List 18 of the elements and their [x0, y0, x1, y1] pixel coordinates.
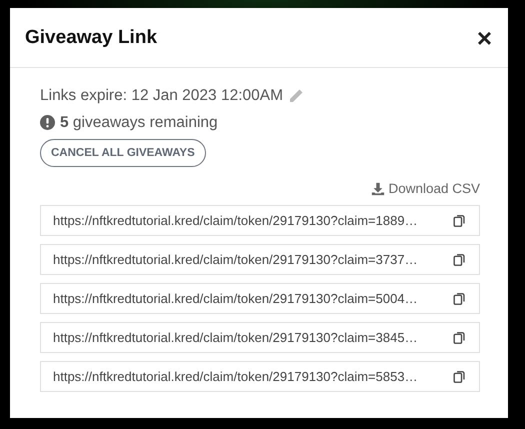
- copy-icon[interactable]: [453, 214, 466, 228]
- dialog-title: Giveaway Link: [25, 26, 158, 48]
- link-field[interactable]: https://nftkredtutorial.kred/claim/token/29179130?claim=3737…: [40, 244, 480, 275]
- expiry-text: Links expire: 12 Jan 2023 12:00AM: [40, 86, 283, 104]
- cancel-all-button[interactable]: CANCEL ALL GIVEAWAYS: [40, 139, 206, 167]
- download-csv-link[interactable]: Download CSV: [371, 181, 480, 196]
- copy-icon[interactable]: [453, 292, 466, 306]
- download-icon: [371, 182, 386, 196]
- link-field[interactable]: https://nftkredtutorial.kred/claim/token/29179130?claim=3845…: [40, 322, 480, 353]
- link-field[interactable]: https://nftkredtutorial.kred/claim/token/29179130?claim=1889…: [40, 205, 480, 236]
- link-field[interactable]: https://nftkredtutorial.kred/claim/token/29179130?claim=5853…: [40, 361, 480, 392]
- warning-icon: [40, 115, 55, 130]
- copy-icon[interactable]: [453, 252, 466, 266]
- remaining-text: 5 giveaways remaining: [60, 114, 218, 132]
- close-button[interactable]: ×: [476, 24, 492, 50]
- copy-icon[interactable]: [453, 370, 466, 384]
- copy-icon[interactable]: [453, 330, 466, 344]
- link-field[interactable]: https://nftkredtutorial.kred/claim/token/29179130?claim=5004…: [40, 283, 480, 314]
